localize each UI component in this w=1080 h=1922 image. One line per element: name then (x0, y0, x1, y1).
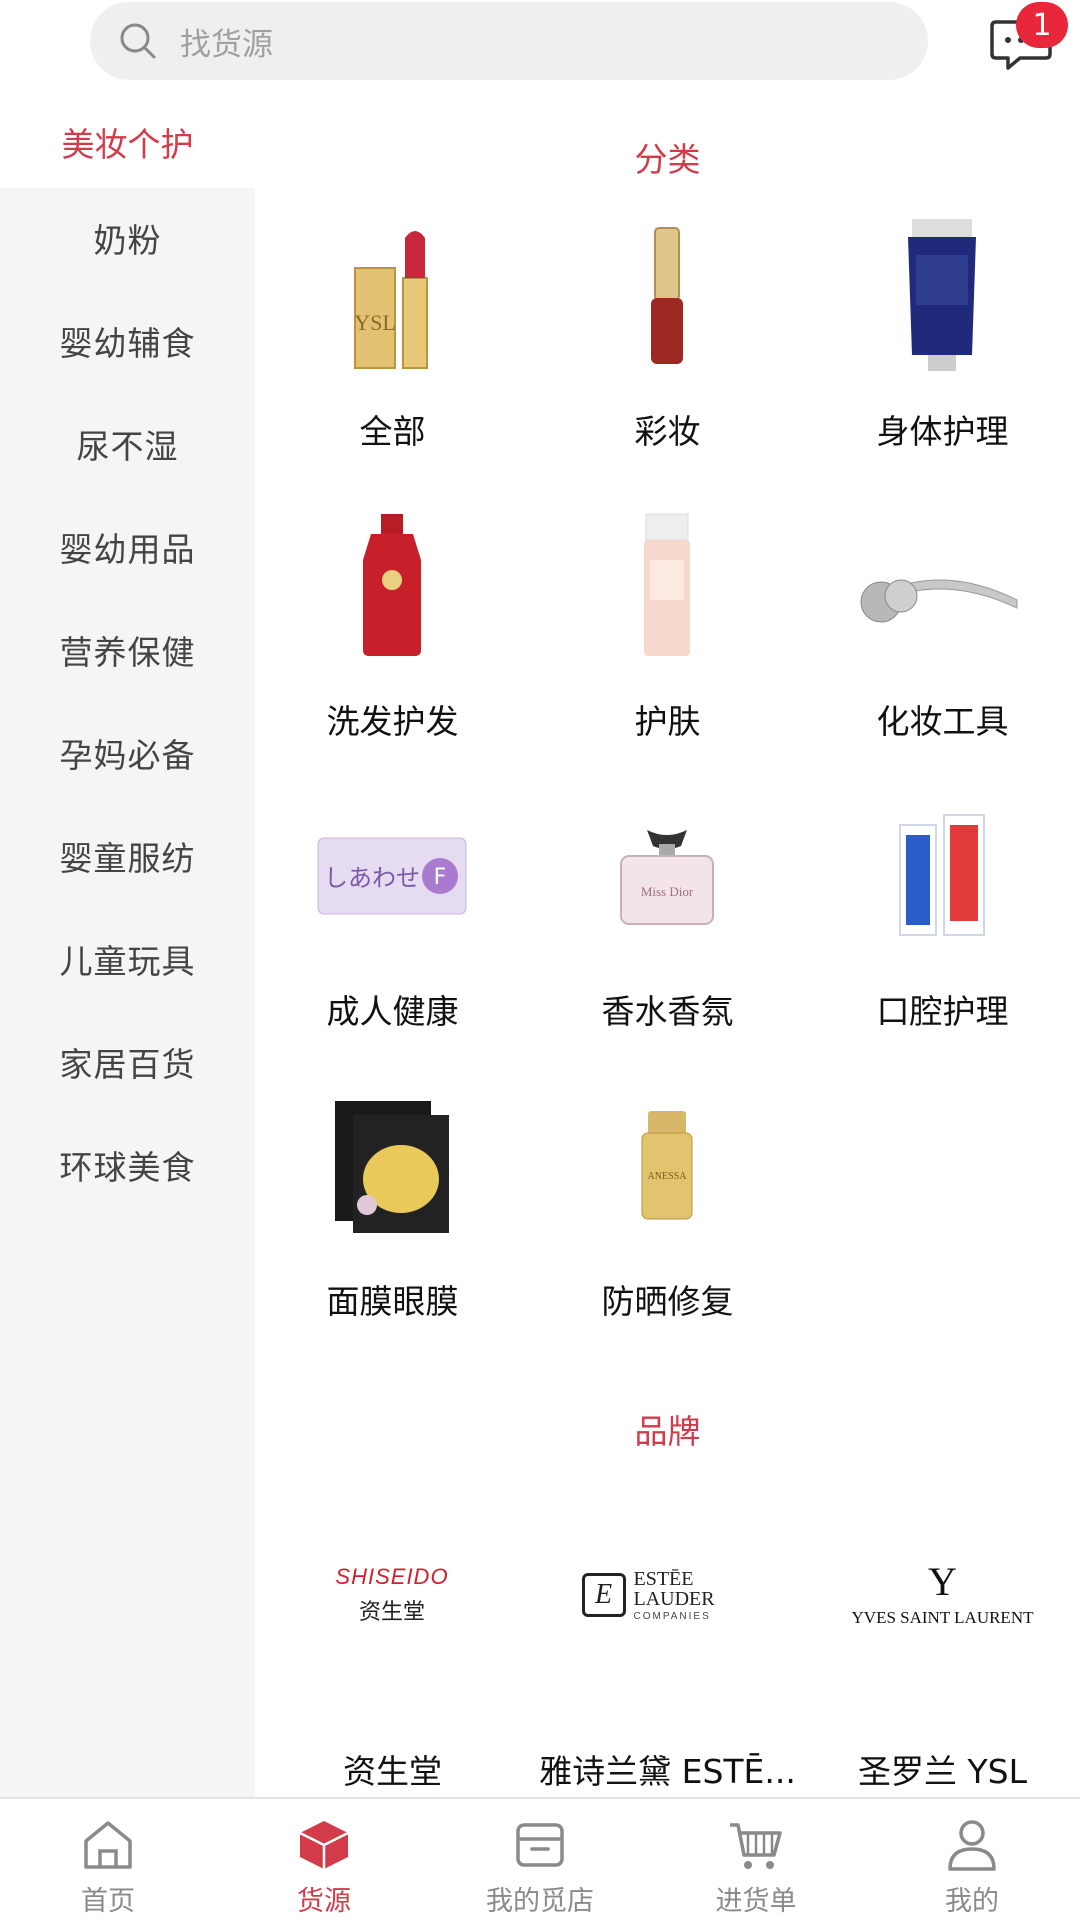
bottom-tab-bar: 首页 货源 我的觅店 进货单 我的 (0, 1797, 1080, 1920)
tab-label: 进货单 (715, 1886, 797, 1917)
sidebar-item[interactable]: 尿不湿 (0, 404, 255, 484)
sidebar-item[interactable]: 婴幼辅食 (0, 301, 255, 381)
brand-item[interactable]: E ESTĒE LAUDER COMPANIES 雅诗兰黛 ESTĒ... (530, 1515, 805, 1795)
tab-me[interactable]: 我的 (864, 1799, 1080, 1922)
tab-cart[interactable]: 进货单 (648, 1799, 864, 1922)
sidebar-item[interactable]: 孕妈必备 (0, 713, 255, 793)
home-icon (78, 1815, 138, 1875)
sunscreen-bottle-image: ANESSA (577, 1085, 757, 1245)
svg-text:YSL: YSL (354, 310, 396, 335)
category-label: 成人健康 (326, 992, 459, 1031)
sidebar-item[interactable]: 营养保健 (0, 610, 255, 690)
nail-polish-image (577, 215, 757, 375)
category-label: 洗发护发 (326, 702, 459, 741)
category-item[interactable]: 化妆工具 (805, 505, 1080, 785)
sidebar-item-beauty[interactable]: 美妆个护 (0, 95, 255, 188)
tab-home[interactable]: 首页 (0, 1799, 216, 1922)
svg-text:ANESSA: ANESSA (648, 1171, 688, 1182)
search-bar[interactable]: 找货源 (90, 2, 928, 80)
sidebar-item[interactable]: 奶粉 (0, 198, 255, 278)
brand-section-title: 品牌 (634, 1412, 701, 1451)
category-item[interactable]: 面膜眼膜 (255, 1085, 530, 1365)
content-panel: 分类 YSL 全部 彩妆 身体护理 洗发护发 护肤 化妆工具 しあわせ F 成人… (255, 95, 1080, 1797)
tab-label: 我的 (945, 1886, 999, 1917)
category-item[interactable]: 彩妆 (530, 215, 805, 495)
category-item[interactable]: YSL 全部 (255, 215, 530, 495)
box-icon (294, 1815, 354, 1875)
category-section-title: 分类 (634, 140, 701, 179)
brand-label: 资生堂 (343, 1752, 442, 1791)
search-icon (118, 21, 158, 61)
svg-text:F: F (434, 865, 447, 890)
category-item[interactable]: しあわせ F 成人健康 (255, 795, 530, 1075)
sidebar-item[interactable]: 环球美食 (0, 1125, 255, 1205)
sidebar-item[interactable]: 家居百货 (0, 1022, 255, 1102)
svg-text:Miss Dior: Miss Dior (641, 884, 694, 899)
tab-my-store[interactable]: 我的觅店 (432, 1799, 648, 1922)
header: 找货源 1 (0, 0, 1080, 95)
sidebar-item[interactable]: 婴童服纺 (0, 816, 255, 896)
cream-tube-image (852, 215, 1032, 375)
category-item[interactable]: 洗发护发 (255, 505, 530, 785)
face-roller-image (852, 505, 1032, 665)
tab-label: 我的觅店 (486, 1886, 594, 1917)
category-label: 护肤 (634, 702, 701, 741)
brand-label: 圣罗兰 YSL (858, 1752, 1027, 1791)
category-item[interactable]: 身体护理 (805, 215, 1080, 495)
shiseido-logo: SHISEIDO 资生堂 (335, 1564, 449, 1625)
tab-source[interactable]: 货源 (216, 1799, 432, 1922)
tab-label: 首页 (81, 1886, 135, 1917)
toner-bottle-image (577, 505, 757, 665)
shampoo-bottle-image (302, 505, 482, 665)
lipstick-image: YSL (302, 215, 482, 375)
category-label: 口腔护理 (876, 992, 1009, 1031)
brand-item[interactable]: SHISEIDO 资生堂 资生堂 (255, 1515, 530, 1795)
cart-icon (726, 1815, 786, 1875)
toothpaste-image (852, 795, 1032, 955)
svg-text:しあわせ: しあわせ (324, 864, 420, 892)
sidebar-item[interactable]: 儿童玩具 (0, 919, 255, 999)
category-label: 香水香氛 (601, 992, 734, 1031)
tab-label: 货源 (297, 1886, 351, 1917)
category-label: 防晒修复 (601, 1282, 734, 1321)
brand-label: 雅诗兰黛 ESTĒ... (539, 1752, 796, 1791)
estee-lauder-logo: E ESTĒE LAUDER COMPANIES (560, 1515, 775, 1675)
ysl-logo: Y YVES SAINT LAURENT (851, 1559, 1034, 1628)
brand-item[interactable]: Y YVES SAINT LAURENT 圣罗兰 YSL (805, 1515, 1080, 1795)
sidebar-item[interactable]: 婴幼用品 (0, 507, 255, 587)
sanitary-pack-image: しあわせ F (302, 795, 482, 955)
message-badge: 1 (1016, 2, 1068, 48)
face-mask-box-image (302, 1085, 482, 1245)
store-icon (510, 1815, 570, 1875)
search-placeholder: 找货源 (180, 26, 273, 63)
category-item[interactable]: Miss Dior 香水香氛 (530, 795, 805, 1075)
category-item[interactable]: ANESSA 防晒修复 (530, 1085, 805, 1365)
perfume-bottle-image: Miss Dior (577, 795, 757, 955)
category-label: 彩妆 (634, 412, 701, 451)
category-item[interactable]: 口腔护理 (805, 795, 1080, 1075)
category-label: 化妆工具 (876, 702, 1009, 741)
user-icon (942, 1815, 1002, 1875)
category-sidebar: 美妆个护 奶粉 婴幼辅食 尿不湿 婴幼用品 营养保健 孕妈必备 婴童服纺 儿童玩… (0, 95, 255, 1797)
category-label: 身体护理 (876, 412, 1009, 451)
category-item[interactable]: 护肤 (530, 505, 805, 785)
category-label: 全部 (359, 412, 426, 451)
category-label: 面膜眼膜 (326, 1282, 459, 1321)
